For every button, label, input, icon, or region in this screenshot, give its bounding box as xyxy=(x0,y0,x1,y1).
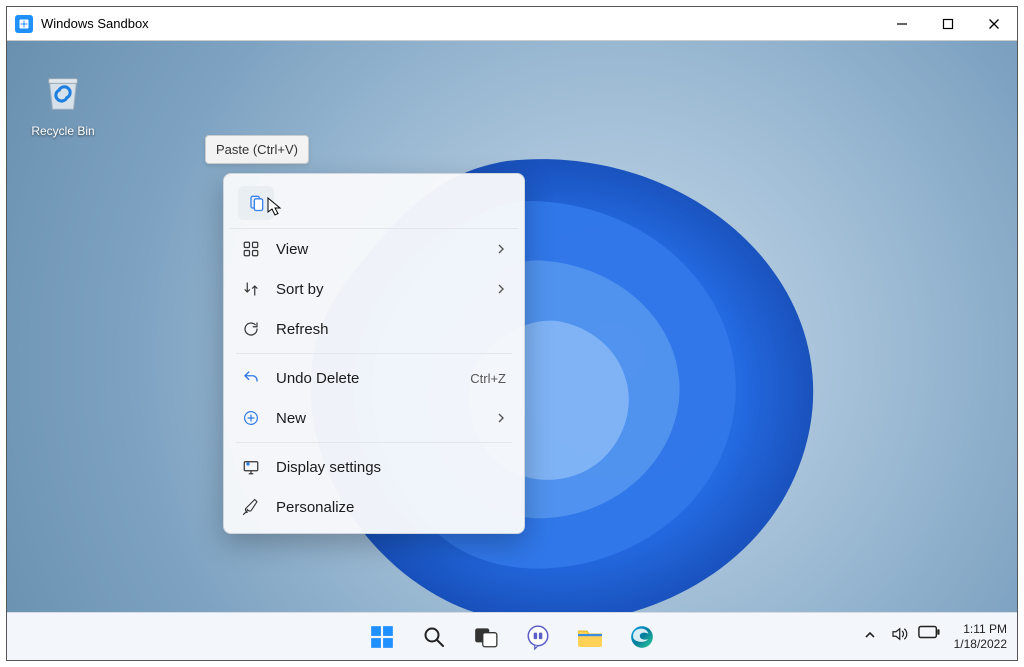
clock-date: 1/18/2022 xyxy=(954,637,1007,652)
menu-item-undo-delete[interactable]: Undo Delete Ctrl+Z xyxy=(230,358,518,398)
system-tray: 1:11 PM 1/18/2022 xyxy=(864,622,1007,652)
windows-logo-icon xyxy=(369,624,395,650)
brush-icon xyxy=(242,498,260,516)
menu-label: Sort by xyxy=(276,281,480,298)
menu-item-view[interactable]: View xyxy=(230,229,518,269)
plus-circle-icon xyxy=(242,409,260,427)
chevron-right-icon xyxy=(496,241,506,258)
menu-item-new[interactable]: New xyxy=(230,398,518,438)
volume-icon[interactable] xyxy=(890,625,908,648)
window-title: Windows Sandbox xyxy=(41,16,149,31)
desktop[interactable]: Recycle Bin Paste (Ctrl+V) View xyxy=(7,41,1017,612)
menu-label: Personalize xyxy=(276,499,506,516)
minimize-button[interactable] xyxy=(879,7,925,41)
folder-icon xyxy=(576,625,604,649)
menu-separator xyxy=(236,353,512,354)
search-button[interactable] xyxy=(413,616,455,658)
refresh-icon xyxy=(242,320,260,338)
chat-icon xyxy=(525,624,551,650)
chat-button[interactable] xyxy=(517,616,559,658)
search-icon xyxy=(422,625,446,649)
clock-time: 1:11 PM xyxy=(954,622,1007,637)
context-menu: View Sort by Refresh xyxy=(223,173,525,534)
maximize-button[interactable] xyxy=(925,7,971,41)
edge-icon xyxy=(629,624,655,650)
chevron-right-icon xyxy=(496,281,506,298)
cursor-icon xyxy=(267,197,283,217)
tray-overflow-button[interactable] xyxy=(864,628,876,646)
tooltip-paste: Paste (Ctrl+V) xyxy=(205,135,309,164)
recycle-bin[interactable]: Recycle Bin xyxy=(25,69,101,138)
menu-label: New xyxy=(276,410,480,427)
menu-label: View xyxy=(276,241,480,258)
display-settings-icon xyxy=(242,458,260,476)
titlebar: Windows Sandbox xyxy=(7,7,1017,41)
menu-shortcut: Ctrl+Z xyxy=(470,371,506,386)
menu-label: Refresh xyxy=(276,321,506,338)
file-explorer-button[interactable] xyxy=(569,616,611,658)
menu-item-personalize[interactable]: Personalize xyxy=(230,487,518,527)
close-button[interactable] xyxy=(971,7,1017,41)
task-view-icon xyxy=(473,624,499,650)
sort-icon xyxy=(242,280,260,298)
grid-icon xyxy=(242,240,260,258)
menu-separator xyxy=(236,442,512,443)
menu-label: Undo Delete xyxy=(276,370,454,387)
undo-icon xyxy=(242,369,260,387)
edge-button[interactable] xyxy=(621,616,663,658)
sandbox-app-icon xyxy=(15,15,33,33)
clock[interactable]: 1:11 PM 1/18/2022 xyxy=(954,622,1007,652)
menu-item-sort-by[interactable]: Sort by xyxy=(230,269,518,309)
recycle-bin-label: Recycle Bin xyxy=(25,124,101,138)
start-button[interactable] xyxy=(361,616,403,658)
menu-label: Display settings xyxy=(276,459,506,476)
taskbar: 1:11 PM 1/18/2022 xyxy=(7,612,1017,660)
menu-item-refresh[interactable]: Refresh xyxy=(230,309,518,349)
recycle-bin-icon xyxy=(40,69,86,115)
taskbar-center xyxy=(361,616,663,658)
chevron-right-icon xyxy=(496,410,506,427)
menu-item-display-settings[interactable]: Display settings xyxy=(230,447,518,487)
paste-icon xyxy=(246,193,266,213)
sandbox-window: Windows Sandbox xyxy=(6,6,1018,661)
battery-icon[interactable] xyxy=(918,625,940,648)
task-view-button[interactable] xyxy=(465,616,507,658)
